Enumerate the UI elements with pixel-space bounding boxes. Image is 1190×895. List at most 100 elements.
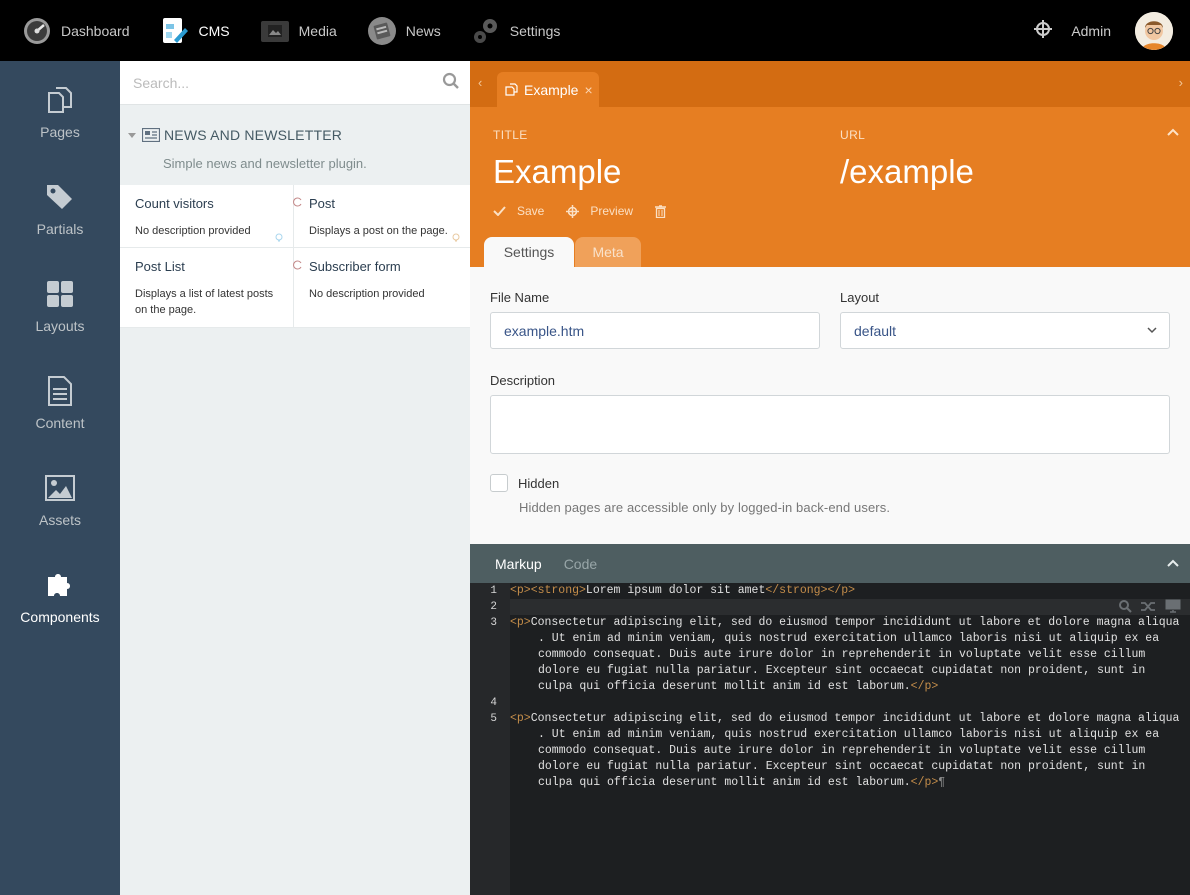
code-text: culpa qui officia deserunt mollit anim i… [538,680,911,693]
news-icon [367,16,397,46]
sidebar-item-assets[interactable]: Assets [0,449,120,546]
page-header-form: TITLE Example URL /example Save Preview … [470,107,1190,267]
save-label: Save [517,204,545,218]
sidebar-item-label: Components [20,608,100,625]
content-file-icon [44,375,76,407]
pilcrow-icon: ¶ [938,776,946,789]
component-post-list[interactable]: Post List Displays a list of latest post… [120,248,294,328]
preview-button[interactable]: Preview [566,204,633,218]
components-panel: NEWS AND NEWSLETTER Simple news and news… [120,61,470,895]
code-tabs: Markup Code [470,544,1190,583]
component-title: Subscriber form [309,259,401,274]
crosshair-icon [566,204,580,218]
code-editor[interactable]: 1 2 3 4 5 <p><strong>Lorem ipsum dolor s… [470,583,1190,895]
monitor-icon[interactable] [1165,599,1181,613]
nav-dashboard-label: Dashboard [61,22,130,39]
tab-meta[interactable]: Meta [575,237,641,267]
sidebar-item-label: Pages [40,123,80,140]
sidebar-item-components[interactable]: Components [0,546,120,643]
code-toolbar [1118,599,1190,613]
group-title: NEWS AND NEWSLETTER [164,127,343,143]
tab-label: Example [524,81,579,98]
code-wrap-row: commodo consequat. Duis aute irure dolor… [538,648,1146,661]
code-wrap-row: culpa qui officia deserunt mollit anim i… [538,775,945,791]
tab-markup[interactable]: Markup [495,556,542,572]
page-copy-icon [505,83,518,96]
code-line-5: <p>Consectetur adipiscing elit, sed do e… [510,711,1179,727]
code-wrap-row: commodo consequat. Duis aute irure dolor… [538,744,1146,757]
sidebar-item-content[interactable]: Content [0,352,120,449]
line-number: 5 [490,713,497,725]
layout-select[interactable]: default [840,312,1170,349]
component-list: Count visitors No description provided P… [120,185,470,328]
description-field[interactable] [490,395,1170,454]
component-description: No description provided [309,288,425,300]
description-label: Description [490,373,556,388]
scroll-left-icon[interactable]: ‹ [478,75,482,90]
nav-settings[interactable]: Settings [449,0,561,61]
layout-label: Layout [840,290,880,305]
check-icon [493,206,506,216]
user-area: Admin [1033,0,1190,61]
speedometer-icon [22,16,52,46]
sidebar-item-partials[interactable]: Partials [0,158,120,255]
top-navigation: Dashboard CMS Media News Settings Admin [0,0,1190,61]
settings-form: File Name example.htm Layout default Des… [470,267,1190,544]
collapse-icon[interactable] [1167,555,1179,570]
component-description: Displays a post on the page. [309,225,448,237]
tab-code[interactable]: Code [564,556,597,572]
code-wrap-row: . Ut enim ad minim veniam, quis nostrud … [538,728,1160,741]
code-text: culpa qui officia deserunt mollit anim i… [538,776,911,789]
sidebar-item-layouts[interactable]: Layouts [0,255,120,352]
nav-dashboard[interactable]: Dashboard [0,0,130,61]
nav-news[interactable]: News [345,0,441,61]
hidden-checkbox[interactable] [490,474,508,492]
search-input[interactable] [133,74,442,91]
save-button[interactable]: Save [493,204,544,218]
nav-cms[interactable]: CMS [138,0,230,61]
code-text: Consectetur adipiscing elit, sed do eius… [530,712,1180,725]
code-wrap-row: dolore eu fugiat nulla pariatur. Excepte… [538,760,1146,773]
line-number: 2 [490,601,497,613]
lightbulb-icon [452,231,460,246]
scroll-right-icon[interactable]: › [1179,75,1183,90]
hidden-label: Hidden [518,476,560,491]
nav-settings-label: Settings [509,22,561,39]
code-line-1: <p><strong>Lorem ipsum dolor sit amet</s… [510,583,855,599]
file-name-field[interactable]: example.htm [490,312,820,349]
code-wrap-row: culpa qui officia deserunt mollit anim i… [538,679,938,695]
code-tag: <p> [510,712,531,725]
shuffle-icon[interactable] [1141,600,1156,613]
nav-media[interactable]: Media [238,0,337,61]
tab-example[interactable]: Example × [497,72,599,107]
component-subscriber-form[interactable]: Subscriber form No description provided [293,248,470,328]
delete-button[interactable] [655,204,677,218]
title-input[interactable]: Example [493,153,621,191]
url-input[interactable]: /example [840,153,974,191]
hidden-help-text: Hidden pages are accessible only by logg… [519,500,891,515]
gears-icon [471,16,501,46]
sidebar: Pages Partials Layouts Content Assets Co… [0,61,120,895]
code-tag: </p> [910,776,939,789]
page-toolbar: Save Preview [493,204,699,218]
group-toggle[interactable]: NEWS AND NEWSLETTER [128,127,470,143]
editor-area: ‹ Example × › TITLE Example URL /example… [470,61,1190,895]
component-count-visitors[interactable]: Count visitors No description provided [120,185,294,248]
crosshair-icon[interactable] [1033,19,1053,42]
search-icon[interactable] [1118,599,1132,613]
code-tag: </p> [910,680,939,693]
search-icon[interactable] [442,72,460,93]
sidebar-item-pages[interactable]: Pages [0,61,120,158]
collapse-icon[interactable] [1167,124,1179,139]
tags-icon [44,181,76,213]
avatar[interactable] [1135,11,1173,50]
close-icon[interactable]: × [584,82,592,98]
line-number: 4 [490,697,497,709]
settings-tabs: Settings Meta [484,237,641,267]
tab-settings[interactable]: Settings [484,237,574,267]
newspaper-icon [142,128,160,142]
user-name[interactable]: Admin [1071,23,1111,39]
group-description: Simple news and newsletter plugin. [163,156,367,171]
component-post[interactable]: Post Displays a post on the page. [293,185,470,248]
line-number: 3 [490,617,497,629]
